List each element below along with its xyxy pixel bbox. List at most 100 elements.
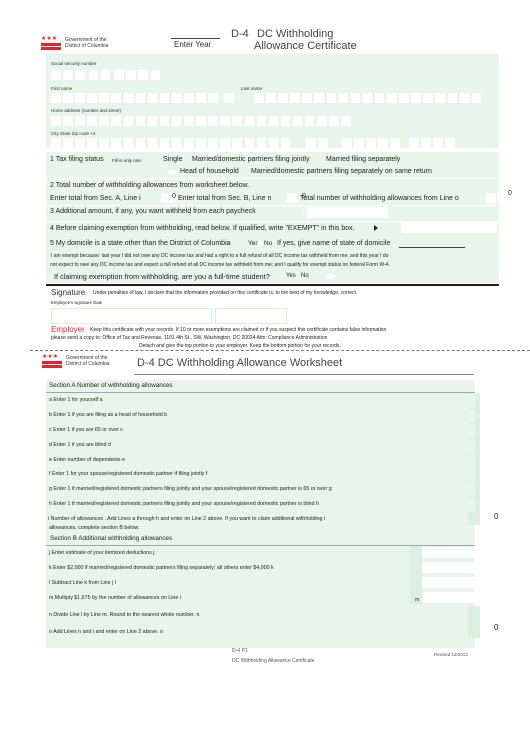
line-i-text-2: allowances, complete section B below. <box>49 525 140 531</box>
state-input[interactable] <box>306 138 330 148</box>
worksheet-row-c: c Enter 1 if you are 65 or over c <box>47 424 475 438</box>
line-c-input[interactable] <box>481 424 503 436</box>
line1-hint: Fill in only one: <box>112 158 143 163</box>
address-label: Home address (number and street) <box>51 108 122 113</box>
line2-sec-a-label: Enter total from Sec. A, Line i <box>50 195 141 202</box>
line-a-input[interactable] <box>481 394 503 406</box>
line-i-value: 0 <box>494 512 499 521</box>
line3-amount-input[interactable] <box>307 207 388 218</box>
line5-no[interactable]: No <box>264 240 272 247</box>
line-o-text: o Add Lines n and i and enter on Line 2 … <box>49 629 163 635</box>
section-a-title: Section A Number of withholding allowanc… <box>49 382 173 389</box>
line2-total-input-2[interactable] <box>497 193 507 203</box>
worksheet-row-a: a Enter 1 for yourself a <box>47 394 475 408</box>
line-n-input[interactable] <box>481 608 503 620</box>
worksheet-row-j: j Enter estimate of your itemized deduct… <box>47 547 410 561</box>
divider <box>46 205 499 206</box>
dc-government-logo-worksheet: ★★★ Government of the District of Columb… <box>42 354 109 368</box>
last-name-label: Last name <box>241 86 263 91</box>
first-name-label: First name <box>51 86 73 91</box>
address-input[interactable] <box>51 116 353 126</box>
status-head-of-household[interactable]: Head of household <box>180 168 239 175</box>
status-hoh-radio[interactable] <box>168 170 177 175</box>
arrow-right-icon <box>374 225 378 231</box>
section-b-title: Section B Additional withholding allowan… <box>50 535 173 542</box>
exempt-input[interactable] <box>401 221 497 233</box>
worksheet-row-d: d Enter 1 if you are blind d <box>47 439 475 453</box>
status-separate-same-return[interactable]: Married/domestic partners filing separat… <box>251 168 432 175</box>
worksheet-title: D-4 DC Withholding Allowance Worksheet <box>137 357 343 369</box>
dc-government-logo: ★★★ Government of the District of Columb… <box>41 36 108 50</box>
line-i-text-1: i Number of allowances . Add Lines a thr… <box>48 516 326 522</box>
worksheet-row-g: g Enter 1 if married/registered domestic… <box>47 483 475 497</box>
status-separate[interactable]: Married filing separately <box>326 156 400 163</box>
line2-total-input-1[interactable] <box>486 193 496 203</box>
first-name-input[interactable] <box>51 93 236 103</box>
signature-field-labels: Employee's signature Date <box>51 300 103 305</box>
student-yes[interactable]: Yes <box>286 273 296 279</box>
footer-form-code: D-4 P1 <box>232 648 248 654</box>
worksheet-row-k: k Enter $2,000 if married/registered dom… <box>47 562 410 576</box>
enter-year-field[interactable] <box>171 38 220 39</box>
line2-total-value: 0 <box>508 190 512 197</box>
signature-title: Signature <box>51 288 86 297</box>
section-divider <box>46 284 499 286</box>
line-b-input[interactable] <box>481 409 503 421</box>
city-state-zip-label: City State Zip code +4 <box>51 131 96 136</box>
line-i-input[interactable] <box>481 512 503 524</box>
detach-instruction: Detach and give the top portion to your … <box>139 343 341 349</box>
logo-line-2: District of Columbia <box>66 361 110 367</box>
line-f-input[interactable] <box>481 468 503 480</box>
status-joint[interactable]: Married/domestic partners filing jointly <box>192 156 310 163</box>
line3-label: 3 Additional amount, if any, you want wi… <box>50 208 256 215</box>
line5-yes-radio[interactable] <box>257 241 263 246</box>
last-name-input[interactable] <box>254 93 484 103</box>
worksheet-row-l: l Subtract Line k from Line j l <box>47 577 410 591</box>
line2-sec-a-value: 0 <box>172 193 176 200</box>
line-o-column <box>468 624 480 638</box>
dc-flag-icon: ★★★ <box>42 354 62 368</box>
line-k-input[interactable] <box>422 562 503 573</box>
line1-label: 1 Tax filing status <box>50 156 104 163</box>
form-title-line-2: Allowance Certificate <box>254 40 357 52</box>
employee-signature-field[interactable] <box>51 308 212 324</box>
line2-sec-b-input[interactable] <box>287 193 297 203</box>
status-single[interactable]: Single <box>163 156 182 163</box>
divider <box>46 178 499 179</box>
line-m-marker: m <box>415 597 420 603</box>
city-input[interactable] <box>51 138 293 148</box>
employer-title: Employer <box>51 325 85 334</box>
line-m-input[interactable] <box>422 592 503 603</box>
dc-flag-icon: ★★★ <box>41 36 61 50</box>
exempt-explanation-1b: I am exempt because: last year I did not… <box>51 253 389 259</box>
worksheet-row-h: h Enter 1 if married/registered domestic… <box>47 498 475 512</box>
line-j-input[interactable] <box>422 547 503 558</box>
zip-plus4-input[interactable] <box>409 138 457 148</box>
line-d-input[interactable] <box>481 439 503 451</box>
line-o-input[interactable] <box>481 623 503 636</box>
section-b-column <box>410 546 422 604</box>
exempt-explanation-2b: not expect to owe any DC income tax and … <box>50 262 390 268</box>
line-h-input[interactable] <box>481 498 503 510</box>
date-field[interactable] <box>215 308 287 324</box>
ssn-input[interactable] <box>51 70 163 80</box>
line2-sec-b-label: Enter total from Sec. B, Line n <box>178 195 272 202</box>
logo-line-2: District of Columbia <box>65 43 109 49</box>
footer-revised: Revised 12/2013 <box>434 652 468 657</box>
student-radio[interactable] <box>326 274 335 279</box>
line-g-input[interactable] <box>481 483 503 495</box>
ssn-label: Social security number <box>51 61 97 66</box>
line2-total-label: Total number of withholding allowances f… <box>300 195 459 202</box>
worksheet-title-rule <box>134 374 474 375</box>
student-no[interactable]: No <box>301 273 309 279</box>
line-e-input[interactable] <box>481 454 503 466</box>
zip-input[interactable] <box>342 138 402 148</box>
line5-followup: If yes, give name of state of domicile <box>277 240 391 247</box>
line-o-value: 0 <box>494 623 499 632</box>
worksheet-row-b: b Enter 1 if you are filing as a head of… <box>47 409 475 423</box>
footer-form-name: DC Withholding Allowance Certificate <box>232 658 315 664</box>
employer-text-1: Keep this certificate with your records.… <box>90 327 387 333</box>
domicile-state-input[interactable] <box>399 247 465 248</box>
line-l-input[interactable] <box>422 577 503 588</box>
worksheet-row-f: f Enter 1 for your spouse/registered dom… <box>47 468 475 482</box>
